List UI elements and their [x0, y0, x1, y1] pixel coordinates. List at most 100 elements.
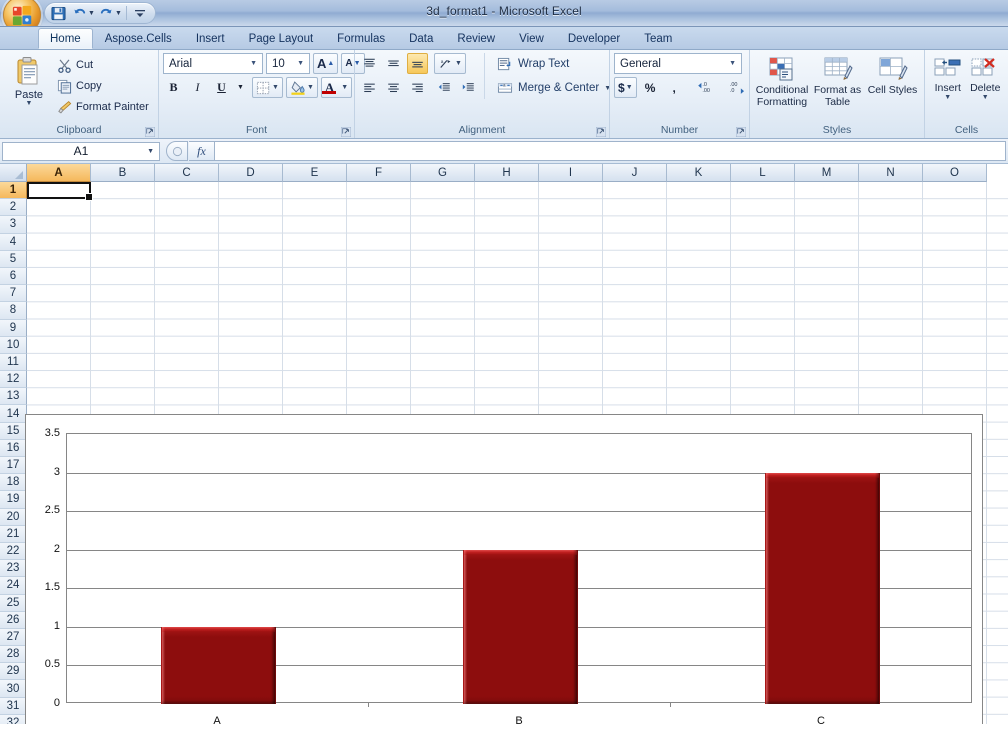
format-painter-button[interactable]: Format Painter [54, 97, 154, 117]
redo-dropdown-icon[interactable]: ▼ [115, 10, 122, 17]
expand-formula-bar-button[interactable] [166, 141, 188, 161]
undo-dropdown-icon[interactable]: ▼ [88, 10, 95, 17]
tab-aspose-cells[interactable]: Aspose.Cells [93, 28, 184, 49]
row-header-19[interactable]: 19 [0, 491, 27, 509]
font-name-dropdown-icon[interactable]: ▼ [247, 60, 260, 67]
customize-qat-icon[interactable] [131, 4, 150, 22]
row-header-15[interactable]: 15 [0, 422, 27, 440]
align-bottom-button[interactable] [407, 53, 428, 74]
alignment-dialog-launcher-icon[interactable] [596, 127, 606, 137]
underline-dropdown-icon[interactable]: ▼ [235, 77, 246, 98]
row-header-22[interactable]: 22 [0, 542, 27, 561]
row-headers[interactable]: 1 2 3 4 5 6 7 8 9 10 11 12 13 14 15 16 17 18 19 20 21 22 23 24 2… [0, 182, 27, 724]
tab-page-layout[interactable]: Page Layout [237, 28, 326, 49]
number-format-dropdown-icon[interactable]: ▼ [726, 60, 739, 67]
font-name-combo[interactable]: Arial ▼ [163, 53, 263, 74]
font-size-combo[interactable]: 10 ▼ [266, 53, 310, 74]
tab-team[interactable]: Team [632, 28, 684, 49]
row-header-21[interactable]: 21 [0, 525, 27, 543]
column-header-h[interactable]: H [475, 164, 539, 182]
row-header-28[interactable]: 28 [0, 646, 27, 664]
row-header-1[interactable]: 1 [0, 182, 27, 200]
font-size-dropdown-icon[interactable]: ▼ [294, 60, 307, 67]
column-header-j[interactable]: J [603, 164, 667, 182]
row-header-26[interactable]: 26 [0, 611, 27, 629]
row-header-27[interactable]: 27 [0, 628, 27, 647]
format-as-table-button[interactable]: Format as Table [810, 55, 865, 109]
redo-icon[interactable] [97, 4, 116, 22]
insert-cells-dropdown-icon[interactable]: ▼ [944, 94, 951, 101]
quick-access-toolbar[interactable]: ▼ ▼ [44, 2, 156, 24]
increase-indent-button[interactable] [458, 77, 479, 98]
orientation-button[interactable]: a ▼ [434, 53, 466, 74]
column-header-d[interactable]: D [219, 164, 283, 182]
chart-bar[interactable] [765, 473, 880, 704]
row-header-13[interactable]: 13 [0, 388, 27, 406]
formula-input[interactable] [215, 141, 1006, 161]
tab-view[interactable]: View [507, 28, 556, 49]
chart-bar[interactable] [463, 550, 578, 704]
row-header-24[interactable]: 24 [0, 577, 27, 595]
office-button[interactable] [3, 0, 41, 26]
row-header-11[interactable]: 11 [0, 353, 27, 372]
delete-cells-dropdown-icon[interactable]: ▼ [982, 94, 989, 101]
row-header-14[interactable]: 14 [0, 405, 27, 423]
row-header-16[interactable]: 16 [0, 439, 27, 457]
column-header-b[interactable]: B [91, 164, 155, 182]
currency-button[interactable]: $ ▼ [614, 77, 637, 98]
font-color-button[interactable]: A ▼ [320, 77, 353, 98]
tab-developer[interactable]: Developer [556, 28, 632, 49]
comma-button[interactable]: , [664, 77, 685, 98]
column-header-f[interactable]: F [347, 164, 411, 182]
tab-review[interactable]: Review [445, 28, 507, 49]
merge-center-button[interactable]: a Merge & Center ▼ [491, 77, 617, 99]
column-header-n[interactable]: N [859, 164, 923, 182]
insert-function-button[interactable]: fx [189, 141, 215, 161]
decrease-indent-button[interactable] [434, 77, 455, 98]
embedded-chart[interactable]: 0 0.5 1 1.5 2 2.5 3 3.5 A B C [25, 414, 983, 724]
align-left-button[interactable] [359, 77, 380, 98]
delete-cells-button[interactable]: Delete ▼ [967, 55, 1005, 102]
column-header-c[interactable]: C [155, 164, 219, 182]
ribbon-tabs[interactable]: Home Aspose.Cells Insert Page Layout For… [0, 27, 1008, 50]
font-dialog-launcher-icon[interactable] [341, 127, 351, 137]
select-all-button[interactable] [0, 164, 27, 182]
undo-icon[interactable] [70, 4, 89, 22]
row-header-10[interactable]: 10 [0, 336, 27, 354]
tab-insert[interactable]: Insert [184, 28, 237, 49]
number-format-combo[interactable]: General ▼ [614, 53, 742, 74]
fill-color-button[interactable]: ▼ [285, 77, 318, 98]
column-header-m[interactable]: M [795, 164, 859, 182]
wrap-text-button[interactable]: Wrap Text [491, 53, 617, 75]
cell-styles-button[interactable]: Cell Styles [865, 55, 920, 98]
column-header-l[interactable]: L [731, 164, 795, 182]
copy-button[interactable]: Copy [54, 76, 154, 96]
increase-decimal-button[interactable]: .0 .00 [691, 77, 721, 98]
paste-button[interactable]: Paste ▼ [4, 53, 54, 108]
active-cell-a1[interactable] [27, 182, 93, 202]
row-header-25[interactable]: 25 [0, 594, 27, 612]
column-headers[interactable]: A B C D E F G H I J K L M N O [0, 164, 1008, 182]
row-header-2[interactable]: 2 [0, 199, 27, 217]
tab-data[interactable]: Data [397, 28, 445, 49]
row-header-8[interactable]: 8 [0, 302, 27, 320]
worksheet-grid[interactable]: A B C D E F G H I J K L M N O 1234567891… [0, 164, 1008, 724]
underline-button[interactable]: U [211, 77, 232, 98]
row-header-9[interactable]: 9 [0, 319, 27, 337]
tab-formulas[interactable]: Formulas [325, 28, 397, 49]
row-header-12[interactable]: 12 [0, 371, 27, 389]
insert-cells-button[interactable]: Insert ▼ [929, 55, 967, 102]
column-header-a[interactable]: A [27, 164, 91, 182]
align-center-button[interactable] [383, 77, 404, 98]
column-header-k[interactable]: K [667, 164, 731, 182]
align-top-button[interactable] [359, 53, 380, 74]
chart-bar[interactable] [161, 627, 276, 704]
row-header-30[interactable]: 30 [0, 680, 27, 698]
row-header-29[interactable]: 29 [0, 663, 27, 681]
italic-button[interactable]: I [187, 77, 208, 98]
align-middle-button[interactable] [383, 53, 404, 74]
row-header-17[interactable]: 17 [0, 457, 27, 475]
column-header-i[interactable]: I [539, 164, 603, 182]
conditional-formatting-button[interactable]: Conditional Formatting [754, 55, 810, 109]
row-header-4[interactable]: 4 [0, 233, 27, 251]
